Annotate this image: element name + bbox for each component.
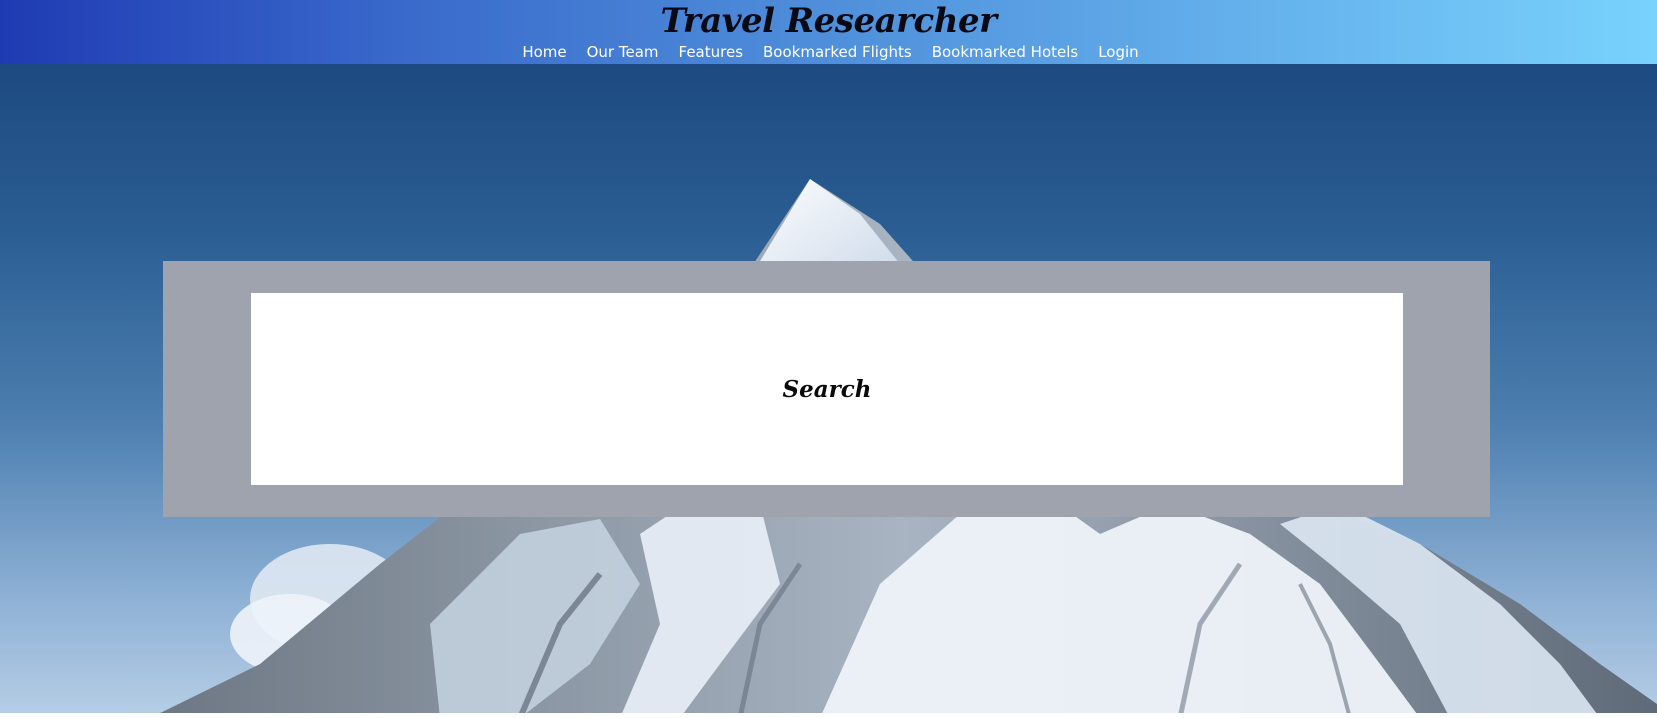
search-heading[interactable]: Search [783, 376, 872, 403]
search-box[interactable]: Search [251, 293, 1403, 485]
nav-link-bookmarked-hotels[interactable]: Bookmarked Hotels [932, 42, 1079, 62]
bottom-edge [0, 713, 1657, 718]
nav-link-login[interactable]: Login [1098, 42, 1138, 62]
nav-link-our-team[interactable]: Our Team [587, 42, 659, 62]
nav-link-bookmarked-flights[interactable]: Bookmarked Flights [763, 42, 912, 62]
main-nav: Home Our Team Features Bookmarked Flight… [0, 42, 1657, 62]
page: Travel Researcher Home Our Team Features… [0, 0, 1657, 718]
site-header: Travel Researcher Home Our Team Features… [0, 0, 1657, 64]
search-panel: Search [163, 261, 1490, 517]
site-title[interactable]: Travel Researcher [0, 1, 1657, 41]
nav-link-home[interactable]: Home [522, 42, 566, 62]
nav-link-features[interactable]: Features [679, 42, 744, 62]
